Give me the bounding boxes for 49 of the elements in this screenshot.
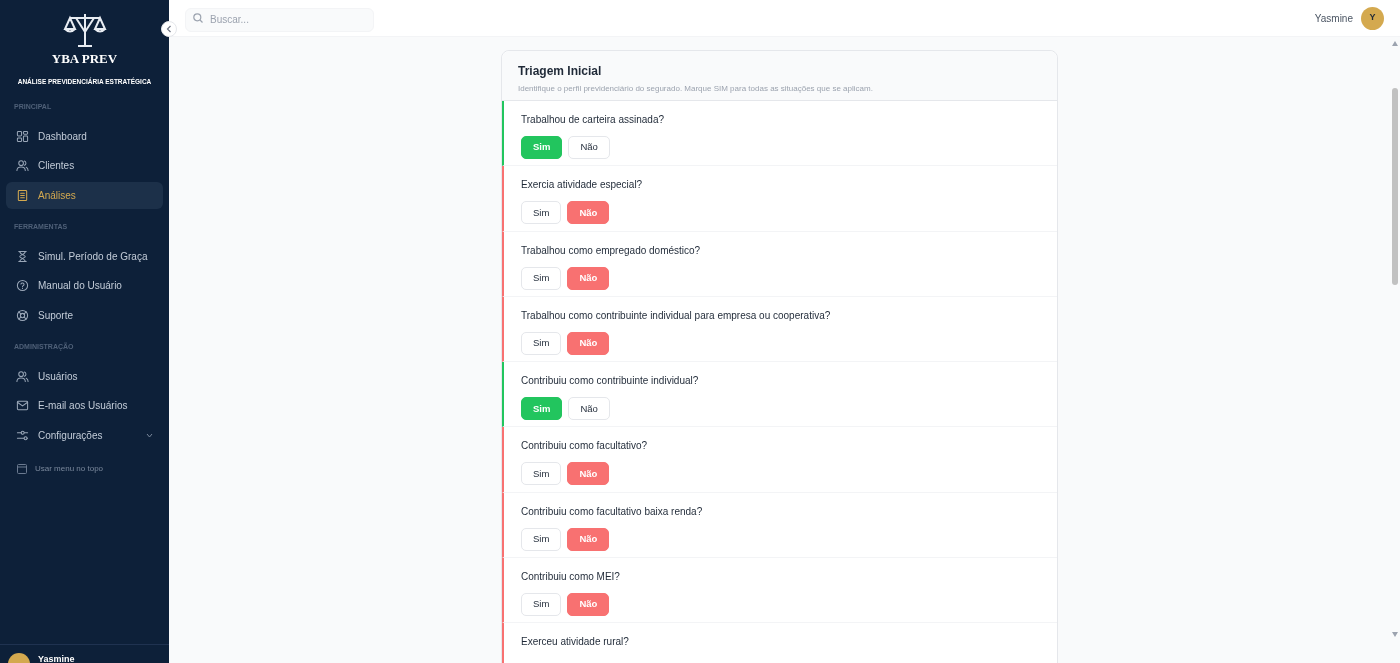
sidebar-item[interactable]: Usuários <box>6 362 163 390</box>
clipboard-icon <box>16 188 29 202</box>
collapse-sidebar-button[interactable] <box>161 21 177 37</box>
chevron-down-icon <box>146 432 153 438</box>
sidebar-item[interactable]: Suporte <box>6 301 163 329</box>
question-text: Trabalhou como empregado doméstico? <box>521 243 702 258</box>
scales-logo-icon <box>61 12 108 48</box>
question-text: Trabalhou de carteira assinada? <box>521 113 666 127</box>
sidebar-item[interactable]: Dashboard <box>6 122 163 150</box>
users-icon <box>16 159 29 173</box>
question-text: Contribuiu como MEI? <box>521 570 621 585</box>
help-icon <box>16 279 29 293</box>
yes-button[interactable]: Sim <box>521 201 562 225</box>
question-text: Trabalhou como contribuinte individual para empresa ou cooperativa? <box>521 308 832 323</box>
card-subtitle: Identifique o perfil previdenciário do segurado. Marque SIM para todas as situações que se aplicam. <box>518 83 874 95</box>
yes-button[interactable]: Sim <box>521 331 562 355</box>
users-icon <box>16 369 29 383</box>
user-avatar[interactable]: Y <box>1361 6 1384 30</box>
grid-icon <box>16 129 29 143</box>
no-button[interactable]: Não <box>568 397 610 421</box>
yes-button[interactable]: Sim <box>521 527 562 551</box>
search-icon <box>193 13 203 23</box>
card-title: Triagem Inicial <box>518 63 603 80</box>
lifebuoy-icon <box>16 308 29 322</box>
search-field[interactable]: Buscar... <box>185 7 374 32</box>
yes-button[interactable]: Sim <box>521 266 562 290</box>
yes-button[interactable]: Sim <box>521 462 562 486</box>
sidebar-item[interactable]: Manual do Usuário <box>6 272 163 300</box>
question-text: Exercia atividade especial? <box>521 178 644 193</box>
question-text: Contribuiu como facultativo baixa renda? <box>521 504 704 519</box>
question-text: Exerceu atividade rural? <box>521 635 630 650</box>
no-button[interactable]: Não <box>568 136 610 159</box>
user-name: Yasmine <box>38 654 75 663</box>
mail-icon <box>16 399 29 413</box>
sidebar-item[interactable]: Configurações <box>6 421 163 449</box>
sliders-icon <box>16 428 29 442</box>
question-text: Contribuiu como contribuinte individual? <box>521 374 700 389</box>
question-text: Contribuiu como facultativo? <box>521 439 649 454</box>
sidebar-item[interactable]: Análises <box>6 181 163 209</box>
sidebar-item[interactable]: E-mail aos Usuários <box>6 392 163 420</box>
sidebar-item[interactable]: Clientes <box>6 152 163 180</box>
brand-name: YBA PREV <box>51 50 118 68</box>
chevron-left-icon <box>166 25 172 33</box>
hourglass-icon <box>16 249 29 263</box>
sidebar-item[interactable]: Simul. Período de Graça <box>6 242 163 270</box>
yes-button[interactable]: Sim <box>521 593 562 617</box>
layout-icon <box>17 464 27 475</box>
layout-toggle-link[interactable]: Usar menu no topo <box>35 463 104 476</box>
user-name: Yasmine <box>1314 11 1353 26</box>
